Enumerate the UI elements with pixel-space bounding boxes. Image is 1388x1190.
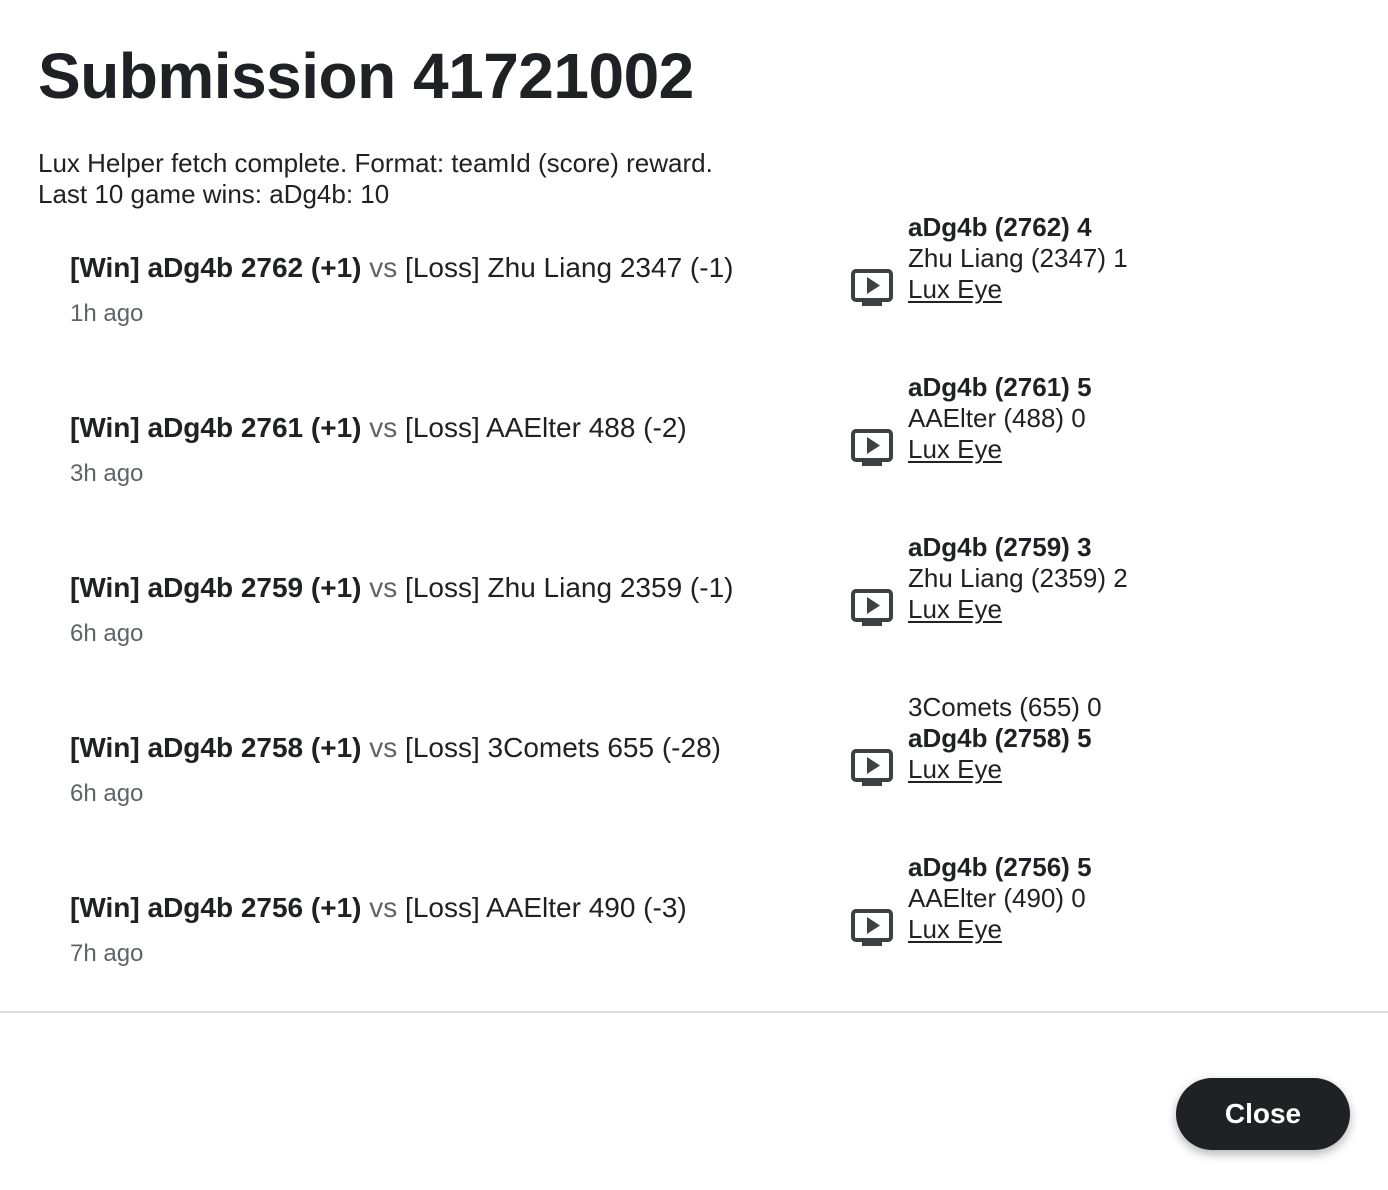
match-row: [Win] aDg4b 2756 (+1) vs [Loss] AAElter … bbox=[0, 850, 1388, 1010]
lux-eye-link[interactable]: Lux Eye bbox=[908, 434, 1002, 464]
time-ago: 6h ago bbox=[70, 620, 144, 647]
lux-eye-link[interactable]: Lux Eye bbox=[908, 274, 1002, 304]
loss-text: [Loss] Zhu Liang 2347 (-1) bbox=[405, 252, 734, 283]
win-text: [Win] aDg4b 2761 (+1) bbox=[70, 412, 362, 443]
lux-eye-link[interactable]: Lux Eye bbox=[908, 914, 1002, 944]
match-list: [Win] aDg4b 2762 (+1) vs [Loss] Zhu Lian… bbox=[0, 210, 1388, 1010]
team-score: aDg4b (2762) 4 bbox=[908, 212, 1092, 242]
time-ago: 1h ago bbox=[70, 300, 144, 327]
team-score: aDg4b (2756) 5 bbox=[908, 852, 1092, 882]
match-summary: [Win] aDg4b 2762 (+1) vs [Loss] Zhu Lian… bbox=[70, 250, 733, 328]
win-text: [Win] aDg4b 2762 (+1) bbox=[70, 252, 362, 283]
replay-play-icon[interactable] bbox=[850, 588, 894, 628]
loss-text: [Loss] 3Comets 655 (-28) bbox=[405, 732, 721, 763]
game-result: 3Comets (655) 0 aDg4b (2758) 5 Lux Eye bbox=[908, 692, 1102, 785]
vs-text: vs bbox=[369, 732, 398, 763]
time-ago: 3h ago bbox=[70, 460, 144, 487]
replay-play-icon[interactable] bbox=[850, 428, 894, 468]
win-summary-text: Last 10 game wins: aDg4b: 10 bbox=[38, 179, 390, 209]
team-score: AAElter (488) 0 bbox=[908, 403, 1086, 433]
team-score: aDg4b (2761) 5 bbox=[908, 372, 1092, 402]
fetch-info: Lux Helper fetch complete. Format: teamI… bbox=[38, 148, 713, 210]
team-score: 3Comets (655) 0 bbox=[908, 692, 1102, 722]
vs-text: vs bbox=[369, 892, 398, 923]
loss-text: [Loss] Zhu Liang 2359 (-1) bbox=[405, 572, 734, 603]
vs-text: vs bbox=[369, 412, 398, 443]
match-line: [Win] aDg4b 2761 (+1) vs [Loss] AAElter … bbox=[70, 410, 687, 446]
match-summary: [Win] aDg4b 2759 (+1) vs [Loss] Zhu Lian… bbox=[70, 570, 733, 648]
page-title: Submission 41721002 bbox=[38, 40, 694, 112]
match-summary: [Win] aDg4b 2758 (+1) vs [Loss] 3Comets … bbox=[70, 730, 721, 808]
loss-text: [Loss] AAElter 488 (-2) bbox=[405, 412, 687, 443]
win-text: [Win] aDg4b 2758 (+1) bbox=[70, 732, 362, 763]
replay-play-icon[interactable] bbox=[850, 748, 894, 788]
match-row: [Win] aDg4b 2761 (+1) vs [Loss] AAElter … bbox=[0, 370, 1388, 530]
team-score: Zhu Liang (2347) 1 bbox=[908, 243, 1128, 273]
game-result: aDg4b (2759) 3 Zhu Liang (2359) 2 Lux Ey… bbox=[908, 532, 1128, 625]
team-score: Zhu Liang (2359) 2 bbox=[908, 563, 1128, 593]
footer-divider bbox=[0, 1011, 1388, 1013]
replay-play-icon[interactable] bbox=[850, 908, 894, 948]
lux-eye-link[interactable]: Lux Eye bbox=[908, 594, 1002, 624]
time-ago: 7h ago bbox=[70, 940, 144, 967]
win-text: [Win] aDg4b 2756 (+1) bbox=[70, 892, 362, 923]
loss-text: [Loss] AAElter 490 (-3) bbox=[405, 892, 687, 923]
team-score: aDg4b (2759) 3 bbox=[908, 532, 1092, 562]
game-result: aDg4b (2761) 5 AAElter (488) 0 Lux Eye bbox=[908, 372, 1092, 465]
win-text: [Win] aDg4b 2759 (+1) bbox=[70, 572, 362, 603]
match-summary: [Win] aDg4b 2761 (+1) vs [Loss] AAElter … bbox=[70, 410, 687, 488]
vs-text: vs bbox=[369, 572, 398, 603]
match-line: [Win] aDg4b 2756 (+1) vs [Loss] AAElter … bbox=[70, 890, 687, 926]
lux-eye-link[interactable]: Lux Eye bbox=[908, 754, 1002, 784]
match-line: [Win] aDg4b 2762 (+1) vs [Loss] Zhu Lian… bbox=[70, 250, 733, 286]
team-score: aDg4b (2758) 5 bbox=[908, 723, 1092, 753]
match-line: [Win] aDg4b 2759 (+1) vs [Loss] Zhu Lian… bbox=[70, 570, 733, 606]
game-result: aDg4b (2762) 4 Zhu Liang (2347) 1 Lux Ey… bbox=[908, 212, 1128, 305]
close-button[interactable]: Close bbox=[1176, 1078, 1350, 1150]
vs-text: vs bbox=[369, 252, 398, 283]
match-row: [Win] aDg4b 2759 (+1) vs [Loss] Zhu Lian… bbox=[0, 530, 1388, 690]
game-result: aDg4b (2756) 5 AAElter (490) 0 Lux Eye bbox=[908, 852, 1092, 945]
match-row: [Win] aDg4b 2758 (+1) vs [Loss] 3Comets … bbox=[0, 690, 1388, 850]
replay-play-icon[interactable] bbox=[850, 268, 894, 308]
team-score: AAElter (490) 0 bbox=[908, 883, 1086, 913]
time-ago: 6h ago bbox=[70, 780, 144, 807]
fetch-status-text: Lux Helper fetch complete. Format: teamI… bbox=[38, 148, 713, 178]
match-row: [Win] aDg4b 2762 (+1) vs [Loss] Zhu Lian… bbox=[0, 210, 1388, 370]
match-line: [Win] aDg4b 2758 (+1) vs [Loss] 3Comets … bbox=[70, 730, 721, 766]
match-summary: [Win] aDg4b 2756 (+1) vs [Loss] AAElter … bbox=[70, 890, 687, 968]
